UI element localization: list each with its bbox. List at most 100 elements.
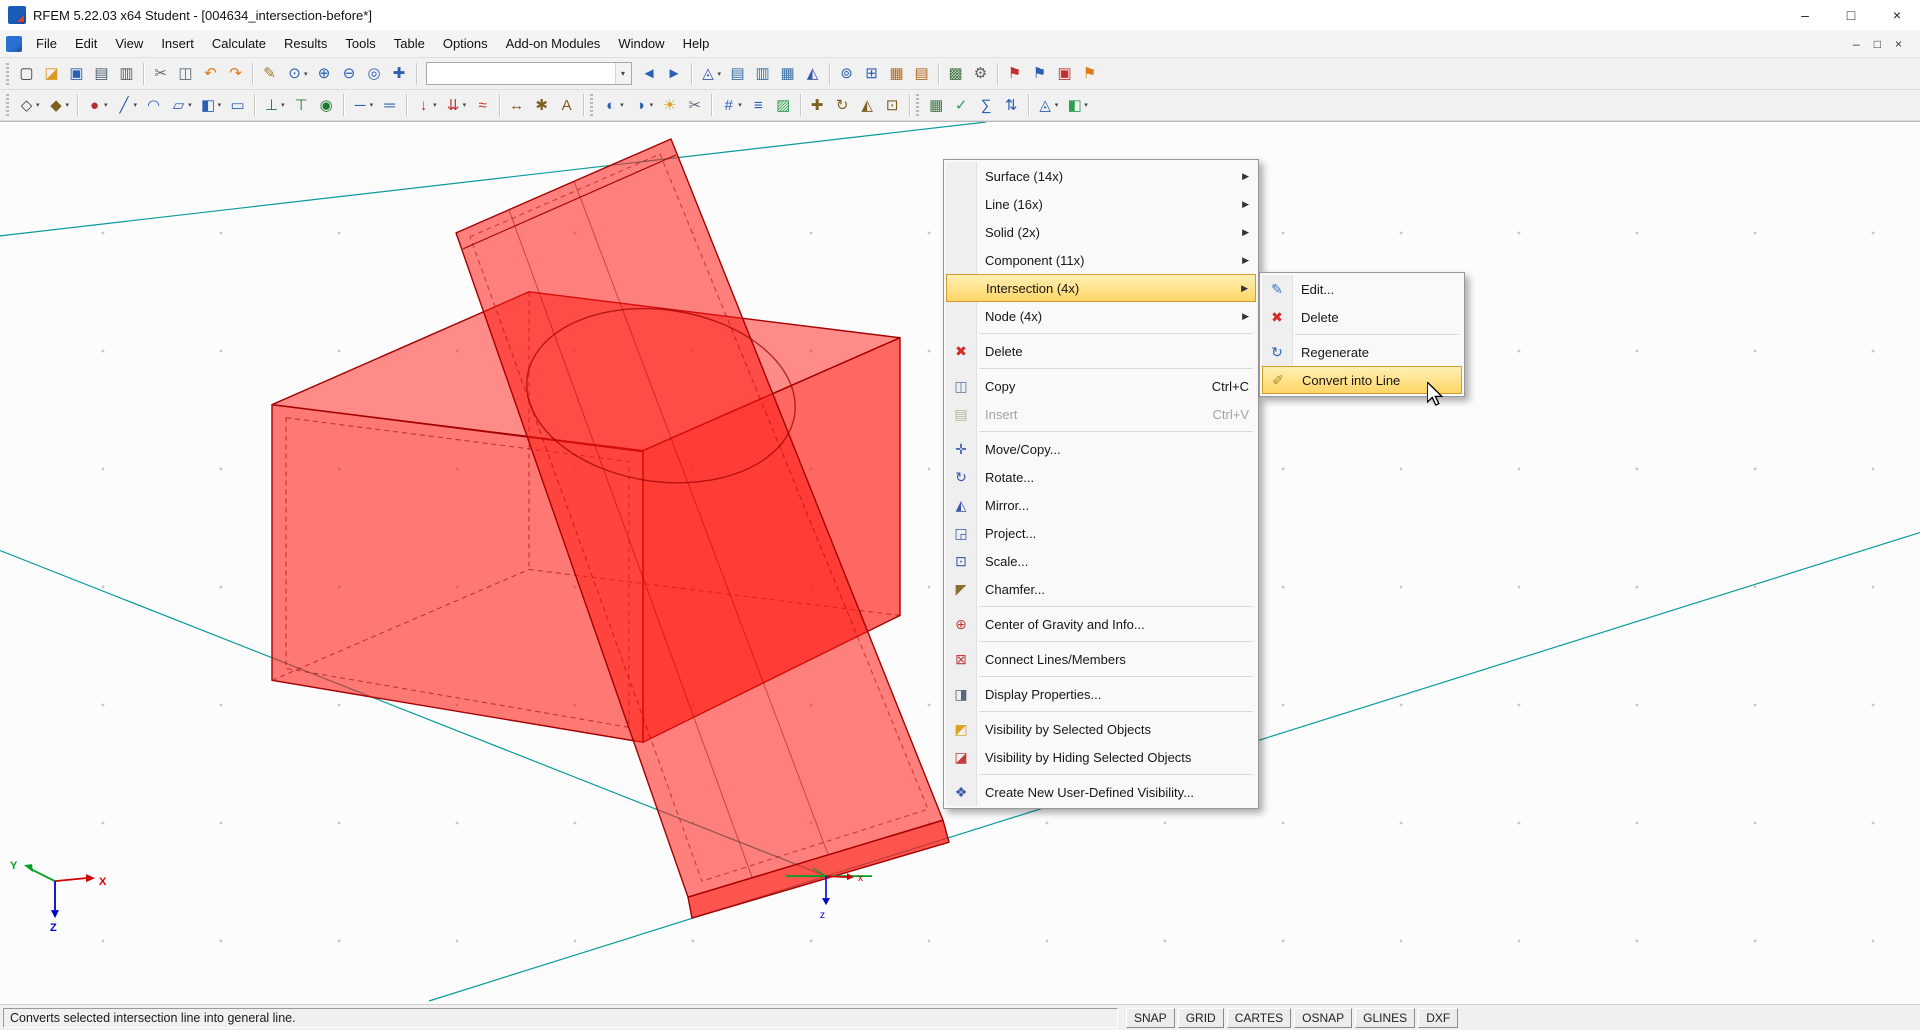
toolbar-button-view-in-z[interactable]: ▦ xyxy=(775,61,800,87)
context-menu-item-connect-lines-members[interactable]: ⊠Connect Lines/Members xyxy=(946,645,1256,673)
toolbar-button-display-properties[interactable]: ≡ xyxy=(746,92,771,118)
submenu-item-delete[interactable]: ✖Delete xyxy=(1262,303,1462,331)
context-menu-item-copy[interactable]: ◫CopyCtrl+C xyxy=(946,372,1256,400)
toolbar-button-table-layout[interactable]: ▤ xyxy=(909,61,934,87)
statusbar-toggle-glines[interactable]: GLINES xyxy=(1355,1008,1415,1028)
toolbar-button-fe-mesh[interactable]: ▩ xyxy=(943,61,968,87)
toolbar-button-set-of-members[interactable]: ═ xyxy=(377,92,402,118)
context-menu-item-move-copy[interactable]: ✛Move/Copy... xyxy=(946,435,1256,463)
toolbar-button-view-in-y[interactable]: ▥ xyxy=(750,61,775,87)
mdi-close-button[interactable]: × xyxy=(1895,37,1902,51)
toolbar-button-undo[interactable]: ↶ xyxy=(198,61,223,87)
combobox-dropdown-icon[interactable]: ▾ xyxy=(615,63,631,84)
toolbar-button-check-model[interactable]: ✓ xyxy=(949,92,974,118)
toolbar-button-view-isometric[interactable]: ◬▾ xyxy=(696,61,726,87)
context-menu-item-scale[interactable]: ⊡Scale... xyxy=(946,547,1256,575)
toolbar-button-perspective-view[interactable]: ◭ xyxy=(800,61,825,87)
menubar-item-add-on-modules[interactable]: Add-on Modules xyxy=(497,33,610,55)
toolbar-button-cut[interactable]: ✂ xyxy=(148,61,173,87)
toolbar-grip[interactable] xyxy=(6,94,9,116)
toolbar-button-imperfection[interactable]: ≈ xyxy=(470,92,495,118)
menubar-item-edit[interactable]: Edit xyxy=(66,33,106,55)
context-menu-item-project[interactable]: ◲Project... xyxy=(946,519,1256,547)
toolbar-button-clipping-plane[interactable]: ✂ xyxy=(682,92,707,118)
context-menu-item-intersection-4x[interactable]: Intersection (4x)▶ xyxy=(946,274,1256,302)
menubar-item-tools[interactable]: Tools xyxy=(336,33,384,55)
toolbar-button-panel-control[interactable]: ⚑ xyxy=(1027,61,1052,87)
toolbar-button-redo[interactable]: ↷ xyxy=(223,61,248,87)
toolbar-button-new-arc[interactable]: ◠ xyxy=(141,92,166,118)
toolbar-button-new-solid[interactable]: ◧▾ xyxy=(196,92,226,118)
close-button[interactable]: × xyxy=(1874,0,1920,30)
restore-button[interactable]: □ xyxy=(1828,0,1874,30)
context-menu-item-display-properties[interactable]: ◨Display Properties... xyxy=(946,680,1256,708)
toolbar-button-new-opening[interactable]: ▭ xyxy=(225,92,250,118)
toolbar-button-view-in-x[interactable]: ▤ xyxy=(725,61,750,87)
context-menu-item-node-4x[interactable]: Node (4x)▶ xyxy=(946,302,1256,330)
menubar-item-insert[interactable]: Insert xyxy=(152,33,203,55)
context-menu-item-visibility-by-hiding-selected-objects[interactable]: ◪Visibility by Hiding Selected Objects xyxy=(946,743,1256,771)
toolbar-button-scale[interactable]: ⊡ xyxy=(880,92,905,118)
toolbar-button-visibility-mode[interactable]: ◐▾ xyxy=(598,92,628,118)
context-menu-item-line-16x[interactable]: Line (16x)▶ xyxy=(946,190,1256,218)
menubar-item-help[interactable]: Help xyxy=(674,33,719,55)
toolbar-button-new-line[interactable]: ╱▾ xyxy=(112,92,142,118)
statusbar-toggle-snap[interactable]: SNAP xyxy=(1126,1008,1175,1028)
menubar-item-calculate[interactable]: Calculate xyxy=(203,33,275,55)
toolbar-button-move-copy[interactable]: ✚ xyxy=(805,92,830,118)
toolbar-button-find-object[interactable]: ⊚ xyxy=(834,61,859,87)
toolbar-button-select-special[interactable]: ◆▾ xyxy=(44,92,74,118)
context-menu-item-visibility-by-selected-objects[interactable]: ◩Visibility by Selected Objects xyxy=(946,715,1256,743)
toolbar-button-zoom-out[interactable]: ⊖ xyxy=(337,61,362,87)
context-menu-item-surface-14x[interactable]: Surface (14x)▶ xyxy=(946,162,1256,190)
statusbar-toggle-dxf[interactable]: DXF xyxy=(1418,1008,1458,1028)
toolbar-button-nav-back[interactable]: ◄ xyxy=(637,61,662,87)
submenu-item-regenerate[interactable]: ↻Regenerate xyxy=(1262,338,1462,366)
toolbar-button-new-surface[interactable]: ▱▾ xyxy=(166,92,196,118)
toolbar-button-load-case[interactable]: ↓▾ xyxy=(411,92,441,118)
toolbar-button-settings[interactable]: ⚙ xyxy=(968,61,993,87)
toolbar-button-light-settings[interactable]: ☀ xyxy=(657,92,682,118)
menubar-item-table[interactable]: Table xyxy=(385,33,434,55)
toolbar-button-results-display[interactable]: ◧▾ xyxy=(1062,92,1092,118)
toolbar-button-nav-forward[interactable]: ► xyxy=(662,61,687,87)
toolbar-button-text-note[interactable]: A xyxy=(554,92,579,118)
context-menu-item-create-new-user-defined-visibility[interactable]: ❖Create New User-Defined Visibility... xyxy=(946,778,1256,806)
toolbar-button-new-node[interactable]: ●▾ xyxy=(82,92,112,118)
toolbar-button-view-3d[interactable]: ◬▾ xyxy=(1033,92,1063,118)
toolbar-button-edit[interactable]: ✎ xyxy=(257,61,282,87)
toolbar-button-colored-rendering[interactable]: ▨ xyxy=(771,92,796,118)
context-menu-item-rotate[interactable]: ↻Rotate... xyxy=(946,463,1256,491)
selection-combobox[interactable]: ▾ xyxy=(426,62,632,85)
mdi-restore-button[interactable]: □ xyxy=(1874,37,1881,51)
toolbar-button-nodal-support[interactable]: ⊥▾ xyxy=(259,92,289,118)
toolbar-button-copy[interactable]: ◫ xyxy=(173,61,198,87)
toolbar-button-save[interactable]: ▣ xyxy=(64,61,89,87)
toolbar-button-open-project[interactable]: ◪ xyxy=(39,61,64,87)
toolbar-button-pan[interactable]: ✚ xyxy=(387,61,412,87)
submenu-item-edit[interactable]: ✎Edit... xyxy=(1262,275,1462,303)
menubar-item-view[interactable]: View xyxy=(106,33,152,55)
context-menu-item-center-of-gravity-and-info[interactable]: ⊕Center of Gravity and Info... xyxy=(946,610,1256,638)
toolbar-button-zoom-in[interactable]: ⊕ xyxy=(312,61,337,87)
toolbar-button-mirror[interactable]: ◭ xyxy=(855,92,880,118)
toolbar-button-new-model[interactable]: ▢ xyxy=(14,61,39,87)
toolbar-button-calculation[interactable]: ∑ xyxy=(974,92,999,118)
toolbar-button-select[interactable]: ◇▾ xyxy=(14,92,44,118)
context-menu-item-delete[interactable]: ✖Delete xyxy=(946,337,1256,365)
toolbar-button-line-support[interactable]: ⊤ xyxy=(289,92,314,118)
context-menu-item-mirror[interactable]: ◭Mirror... xyxy=(946,491,1256,519)
menubar-item-options[interactable]: Options xyxy=(434,33,497,55)
toolbar-button-rendering-mode[interactable]: ◑▾ xyxy=(628,92,658,118)
toolbar-button-print-report[interactable]: ▥ xyxy=(114,61,139,87)
toolbar-grip[interactable] xyxy=(916,94,919,116)
toolbar-button-load-combination[interactable]: ⇊▾ xyxy=(441,92,471,118)
toolbar-button-show-tables[interactable]: ▦ xyxy=(884,61,909,87)
menubar-item-window[interactable]: Window xyxy=(609,33,673,55)
document-icon[interactable] xyxy=(6,36,22,52)
toolbar-grip[interactable] xyxy=(590,94,593,116)
toolbar-button-project-navigator[interactable]: ⚑ xyxy=(1002,61,1027,87)
toolbar-button-comment[interactable]: ✱ xyxy=(529,92,554,118)
toolbar-button-print-graphic[interactable]: ▤ xyxy=(89,61,114,87)
statusbar-toggle-grid[interactable]: GRID xyxy=(1178,1008,1224,1028)
